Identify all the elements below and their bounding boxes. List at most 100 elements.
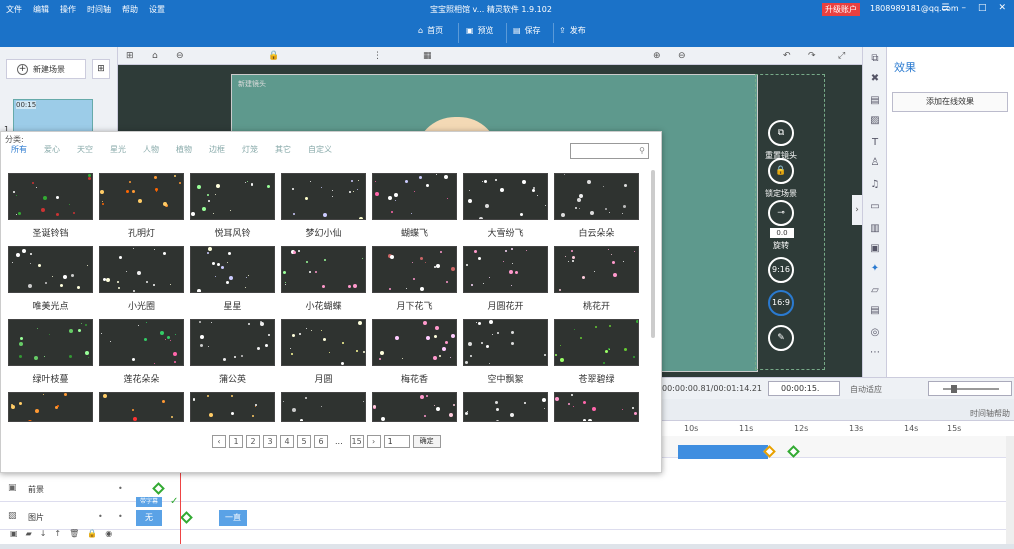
page-button[interactable]: 6 [314,435,328,448]
menu-file[interactable]: 文件 [6,4,22,15]
chat-icon[interactable]: ▭ [868,201,882,215]
zoom-reset-icon[interactable]: ⊖ [678,51,686,61]
effect-thumbnail[interactable] [99,246,184,293]
category-tab[interactable]: 爱心 [44,144,60,155]
page-button[interactable]: 5 [297,435,311,448]
timeline-zoom-slider[interactable] [928,381,1012,396]
effect-item[interactable]: 苍翠碧绿 [554,319,639,389]
effect-item[interactable]: 小光圈 [99,246,184,316]
effect-thumbnail[interactable] [99,319,184,366]
effect-item[interactable] [554,392,639,462]
pen-icon[interactable]: ✎ [768,325,794,351]
folder-icon[interactable]: ▱ [868,285,882,299]
duration-input[interactable]: 00:00:15. [768,381,840,396]
next-page-icon[interactable]: › [366,435,381,448]
category-tab[interactable]: 其它 [275,144,291,155]
last-page-button[interactable]: 15 [349,435,364,448]
effect-thumbnail[interactable] [8,392,93,422]
maximize-icon[interactable]: □ [978,3,987,13]
effect-item[interactable]: 蒲公英 [190,319,275,389]
timeline-help-link[interactable]: 时间轴帮助 [970,408,1010,419]
effect-thumbnail[interactable] [8,173,93,220]
category-tab[interactable]: 所有 [11,144,27,155]
media-icon[interactable]: ▣ [868,243,882,257]
page-button[interactable]: 3 [263,435,277,448]
effect-thumbnail[interactable] [372,173,457,220]
redo-icon[interactable]: ↷ [808,51,816,61]
clip-label[interactable]: 带字幕 [136,497,162,507]
move-down-icon[interactable]: ↓ [40,529,47,543]
rotate-value[interactable]: 0.0 [770,228,794,238]
prev-page-icon[interactable]: ‹ [212,435,226,448]
effect-item[interactable] [190,392,275,462]
effect-item[interactable]: 悦耳风铃 [190,173,275,243]
effect-item[interactable] [463,392,548,462]
effect-item[interactable]: 梦幻小仙 [281,173,366,243]
category-tab[interactable]: 自定义 [308,144,332,155]
effect-item[interactable]: 梅花香 [372,319,457,389]
effect-thumbnail[interactable] [463,173,548,220]
effect-item[interactable]: 月下花飞 [372,246,457,316]
effect-item[interactable]: 星星 [190,246,275,316]
person-icon[interactable]: ♙ [868,157,882,171]
clip-always[interactable]: 一直 [219,510,247,526]
effect-thumbnail[interactable] [372,246,457,293]
zoom-slider-handle[interactable] [951,385,957,393]
dialog-scrollbar[interactable] [651,170,655,338]
effect-thumbnail[interactable] [190,246,275,293]
scene-settings-icon[interactable]: ⊞ [92,59,110,79]
confirm-page-button[interactable]: 确定 [412,435,441,448]
image-add-icon[interactable]: ▣ [10,529,18,543]
delete-icon[interactable]: 🗑 [69,529,79,543]
add-online-effect-button[interactable]: 添加在线效果 [892,92,1008,112]
minimize-icon[interactable]: – [961,3,966,13]
effect-thumbnail[interactable] [463,392,548,422]
effect-item[interactable]: 白云朵朵 [554,173,639,243]
effect-item[interactable]: 莲花朵朵 [99,319,184,389]
effect-item[interactable]: 空中飘絮 [463,319,548,389]
effect-item[interactable]: 月圆 [281,319,366,389]
category-tab[interactable]: 灯笼 [242,144,258,155]
effect-item[interactable]: 圣诞铃铛 [8,173,93,243]
shape-icon[interactable]: ✖ [868,73,882,87]
category-tab[interactable]: 边框 [209,144,225,155]
copy-icon[interactable]: ⧉ [868,53,882,67]
timeline-scrollbar[interactable] [1006,436,1014,544]
lock-icon[interactable]: 🔒 [268,51,279,61]
music-icon[interactable]: ♫ [868,179,882,193]
effect-thumbnail[interactable] [463,246,548,293]
page-button[interactable]: 2 [246,435,260,448]
lock-scene-icon[interactable]: 🔒 [768,158,794,184]
text-icon[interactable]: T [868,137,882,151]
grid-icon[interactable]: ▦ [423,51,432,61]
rotate-icon[interactable]: ⊸ [768,200,794,226]
effect-thumbnail[interactable] [281,173,366,220]
save-button[interactable]: ▤ 保存 [513,25,541,36]
effect-item[interactable]: 桃花开 [554,246,639,316]
clip-none[interactable]: 无 [136,510,162,526]
effect-item[interactable]: 蝴蝶飞 [372,173,457,243]
reset-lens-icon[interactable]: ⧉ [768,120,794,146]
effect-item[interactable]: 小花蝴蝶 [281,246,366,316]
effect-item[interactable]: 孔明灯 [99,173,184,243]
image-icon[interactable]: ▨ [868,115,882,129]
effect-thumbnail[interactable] [372,319,457,366]
effect-thumbnail[interactable] [99,392,184,422]
effect-thumbnail[interactable] [281,392,366,422]
move-up-icon[interactable]: ↑ [54,529,61,543]
page-button[interactable]: 1 [229,435,243,448]
zoom-out-icon[interactable]: ⊖ [176,51,184,61]
home-button[interactable]: ⌂ 首页 [418,25,443,36]
effect-clip[interactable] [678,445,768,459]
layer-icon[interactable]: ▤ [868,95,882,109]
effect-thumbnail[interactable] [99,173,184,220]
close-icon[interactable]: ✕ [998,3,1006,13]
effect-thumbnail[interactable] [190,173,275,220]
ratio-16-9-button[interactable]: 16:9 [768,290,794,316]
effect-thumbnail[interactable] [554,246,639,293]
menu-settings[interactable]: 设置 [149,4,165,15]
effect-item[interactable]: 月圆花开 [463,246,548,316]
fullscreen-icon[interactable]: ⤢ [838,51,845,61]
menu-operate[interactable]: 操作 [60,4,76,15]
menu-timeline[interactable]: 时间轴 [87,4,111,15]
